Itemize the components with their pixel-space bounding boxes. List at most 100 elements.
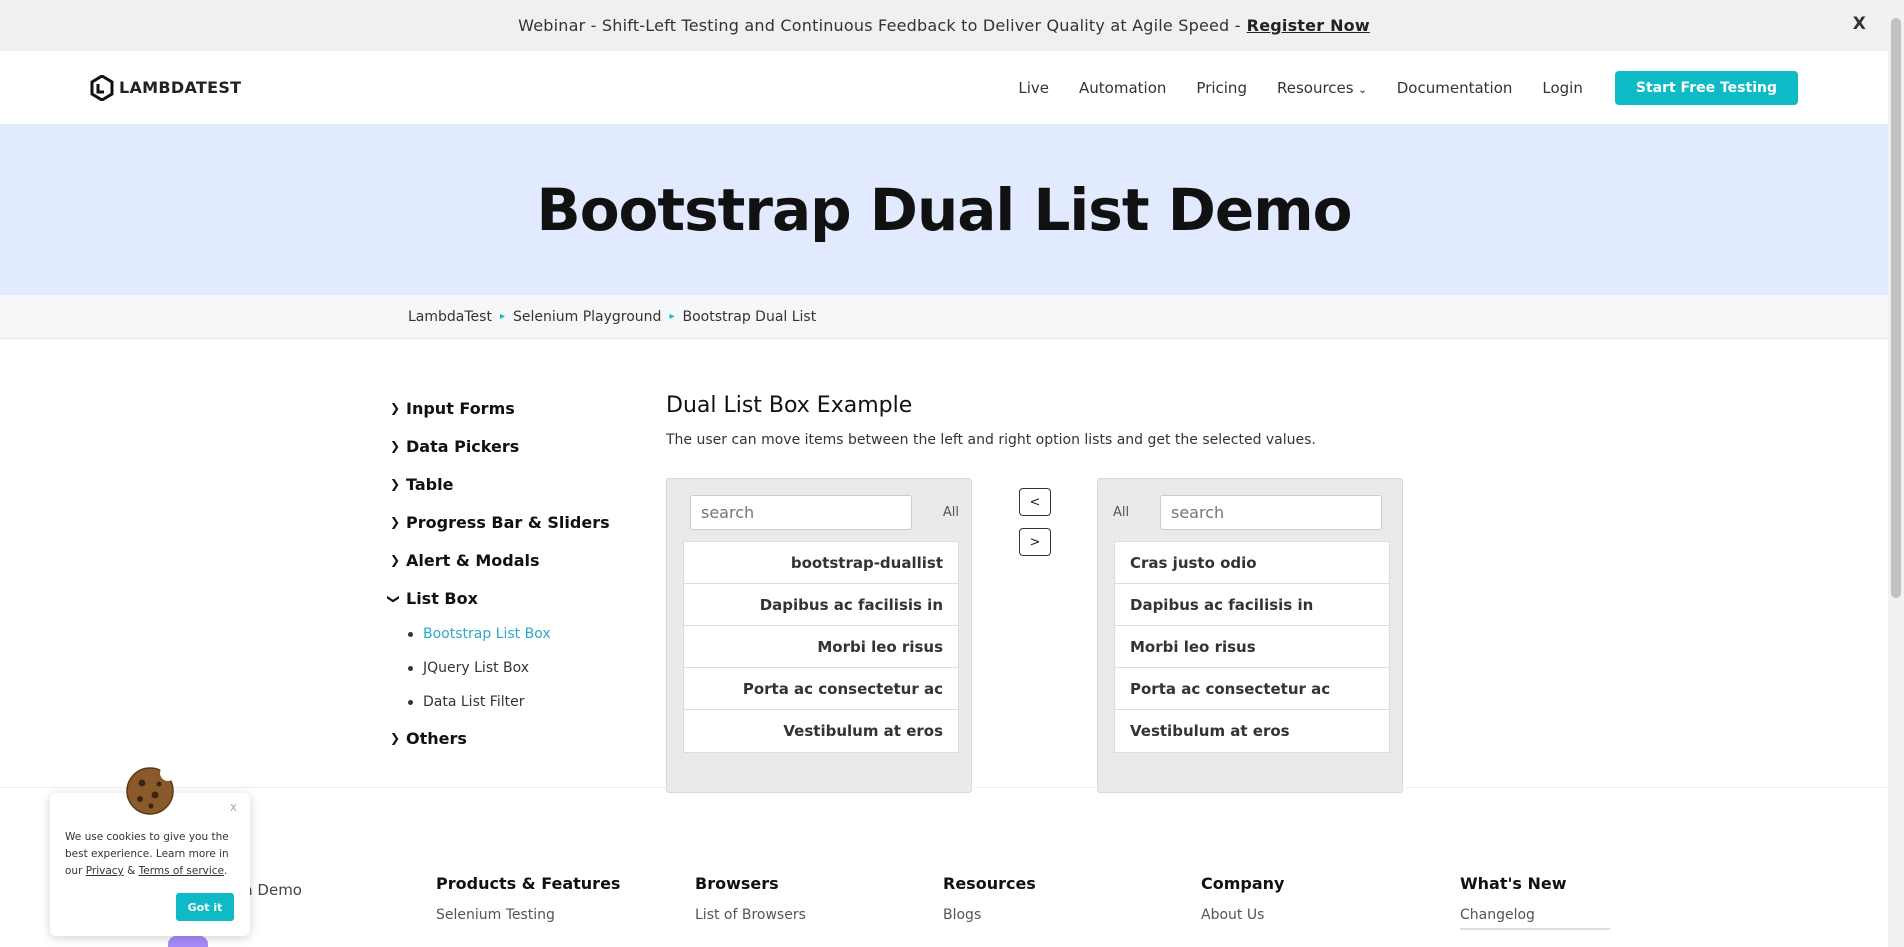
nav-resources-label: Resources	[1276, 78, 1354, 97]
nav-pricing[interactable]: Pricing	[1196, 79, 1247, 97]
sidebar-item-list-box[interactable]: ❯ List Box	[387, 579, 620, 617]
submenu-jquery-list-box[interactable]: JQuery List Box	[408, 651, 620, 685]
cookie-icon	[126, 765, 175, 815]
nav-automation[interactable]: Automation	[1079, 79, 1166, 97]
hero: Bootstrap Dual List Demo	[0, 125, 1888, 295]
list-item[interactable]: bootstrap-duallist	[684, 542, 958, 584]
submenu-bootstrap-list-box[interactable]: Bootstrap List Box	[408, 617, 620, 651]
banner-text: Webinar - Shift-Left Testing and Continu…	[518, 16, 1241, 35]
right-search-input[interactable]	[1160, 495, 1382, 530]
submenu-data-list-filter[interactable]: Data List Filter	[408, 685, 620, 719]
list-item[interactable]: Porta ac consectetur ac	[684, 668, 958, 710]
breadcrumb-lambdatest[interactable]: LambdaTest	[408, 309, 492, 325]
dual-list-box: All bootstrap-duallist Dapibus ac facili…	[666, 478, 1426, 798]
chevron-right-icon: ❯	[390, 401, 401, 415]
list-item[interactable]: Dapibus ac facilisis in	[1115, 584, 1389, 626]
right-option-list: Cras justo odio Dapibus ac facilisis in …	[1114, 541, 1390, 753]
list-item[interactable]: Morbi leo risus	[684, 626, 958, 668]
top-navbar: LAMBDATEST Live Automation Pricing Resou…	[0, 51, 1888, 125]
list-box-submenu: Bootstrap List Box JQuery List Box Data …	[408, 617, 620, 719]
webinar-banner: Webinar - Shift-Left Testing and Continu…	[0, 0, 1888, 51]
page: Webinar - Shift-Left Testing and Continu…	[0, 0, 1888, 947]
list-item[interactable]: Morbi leo risus	[1115, 626, 1389, 668]
register-now-link[interactable]: Register Now	[1247, 16, 1370, 35]
footer-link[interactable]: Blogs	[943, 907, 1036, 923]
chevron-down-icon: ⌄	[1358, 84, 1367, 96]
sidebar-item-data-pickers[interactable]: ❯ Data Pickers	[390, 427, 620, 465]
cookie-close-button[interactable]: x	[230, 800, 237, 814]
sidebar-item-others[interactable]: ❯ Others	[390, 719, 620, 757]
sidebar-item-label: Progress Bar & Sliders	[406, 512, 610, 532]
terms-link[interactable]: Terms of service	[139, 865, 224, 877]
footer-heading: Browsers	[695, 874, 779, 893]
section-description: The user can move items between the left…	[666, 432, 1316, 448]
content: ❯ Input Forms ❯ Data Pickers ❯ Table ❯ Progr…	[0, 339, 1888, 793]
list-item[interactable]: Porta ac consectetur ac	[1115, 668, 1389, 710]
left-search-input[interactable]	[690, 495, 912, 530]
chevron-right-icon: ❯	[390, 477, 401, 491]
chat-avatar-icon[interactable]	[168, 936, 208, 947]
nav-links: Live Automation Pricing Resources ⌄ Docu…	[1018, 70, 1798, 105]
got-it-button[interactable]: Got it	[176, 893, 234, 921]
logo[interactable]: LAMBDATEST	[90, 74, 242, 101]
list-item[interactable]: Vestibulum at eros	[684, 710, 958, 752]
section-title: Dual List Box Example	[666, 393, 913, 418]
chevron-down-icon: ❯	[387, 594, 401, 605]
cookie-dot: .	[224, 865, 228, 877]
page-scrollbar[interactable]	[1888, 0, 1904, 947]
right-select-all[interactable]: All	[1113, 505, 1129, 520]
move-left-button[interactable]: <	[1019, 488, 1051, 516]
footer-column-whats-new: What's New Changelog	[1460, 874, 1610, 930]
bullet-icon	[408, 699, 413, 705]
nav-resources[interactable]: Resources ⌄	[1277, 79, 1367, 97]
chevron-right-icon: ❯	[390, 731, 401, 745]
footer-heading: What's New	[1460, 874, 1567, 893]
breadcrumb-selenium-playground[interactable]: Selenium Playground	[513, 309, 661, 325]
move-right-button[interactable]: >	[1019, 528, 1051, 556]
footer-column-company: Company About Us	[1201, 874, 1284, 923]
nav-documentation[interactable]: Documentation	[1397, 79, 1513, 97]
cookie-message: We use cookies to give you the best expe…	[65, 829, 235, 880]
privacy-link[interactable]: Privacy	[86, 865, 124, 877]
logo-text: LAMBDATEST	[119, 78, 242, 97]
nav-login[interactable]: Login	[1542, 79, 1582, 97]
list-item[interactable]: Cras justo odio	[1115, 542, 1389, 584]
sidebar-item-table[interactable]: ❯ Table	[390, 465, 620, 503]
chevron-right-icon: ▸	[499, 311, 505, 322]
cookie-consent-popup: x We use cookies to give you the best ex…	[50, 765, 250, 936]
bullet-icon	[408, 665, 413, 671]
start-free-testing-button[interactable]: Start Free Testing	[1614, 70, 1798, 105]
footer-link[interactable]: List of Browsers	[695, 907, 806, 923]
left-select-all[interactable]: All	[943, 505, 959, 520]
footer-column-browsers: Browsers List of Browsers	[695, 874, 806, 923]
footer-link[interactable]: About Us	[1201, 907, 1284, 923]
footer-link[interactable]: Changelog	[1460, 907, 1610, 923]
sidebar-item-label: Data Pickers	[406, 436, 520, 456]
chevron-right-icon: ❯	[390, 515, 401, 529]
list-item[interactable]: Dapibus ac facilisis in	[684, 584, 958, 626]
banner-close-button[interactable]: X	[1853, 14, 1866, 34]
sidebar-item-label: List Box	[406, 588, 478, 608]
list-item[interactable]: Vestibulum at eros	[1115, 710, 1389, 752]
footer-heading: Resources	[943, 874, 1036, 893]
sidebar-item-label: Table	[406, 474, 454, 494]
submenu-label: Bootstrap List Box	[423, 626, 551, 642]
footer-link[interactable]: Selenium Testing	[436, 907, 620, 923]
chevron-right-icon: ❯	[390, 553, 401, 567]
scrollbar-thumb[interactable]	[1891, 18, 1901, 598]
submenu-label: Data List Filter	[423, 694, 525, 710]
left-option-list: bootstrap-duallist Dapibus ac facilisis …	[683, 541, 959, 753]
sidebar-item-label: Alert & Modals	[406, 550, 540, 570]
breadcrumb: LambdaTest ▸ Selenium Playground ▸ Boots…	[0, 295, 1888, 339]
main-panel: Dual List Box Example The user can move …	[666, 389, 1426, 798]
footer-column-products: Products & Features Selenium Testing	[436, 874, 620, 923]
cookie-amp: &	[127, 865, 136, 877]
nav-live[interactable]: Live	[1018, 79, 1049, 97]
left-list-panel: All bootstrap-duallist Dapibus ac facili…	[666, 478, 972, 793]
sidebar-item-alert-modals[interactable]: ❯ Alert & Modals	[390, 541, 620, 579]
sidebar-item-input-forms[interactable]: ❯ Input Forms	[390, 389, 620, 427]
bullet-icon	[408, 631, 413, 637]
lambdatest-logo-icon	[90, 74, 114, 101]
sidebar-item-progress-bar[interactable]: ❯ Progress Bar & Sliders	[390, 503, 620, 541]
footer: k a Demo Products & Features Selenium Te…	[0, 787, 1888, 947]
